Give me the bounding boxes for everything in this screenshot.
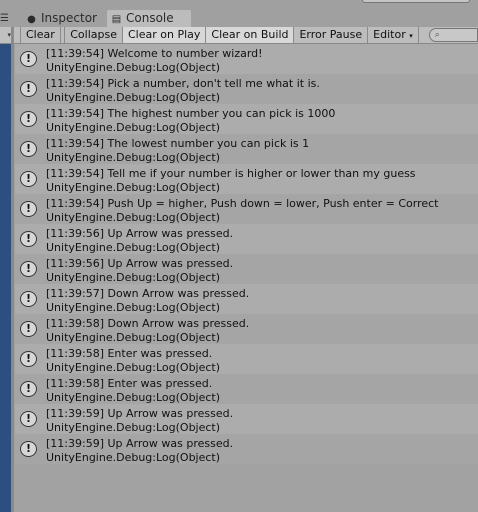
log-trace: UnityEngine.Debug:Log(Object): [46, 121, 221, 134]
tab-console[interactable]: ▤ Console: [107, 10, 191, 27]
log-entry[interactable]: ! [11:39:56] Up Arrow was pressed. UnityEn…: [15, 254, 478, 284]
info-message-icon: !: [20, 171, 37, 187]
info-message-icon: !: [20, 321, 37, 337]
log-entry[interactable]: ! [11:39:57] Down Arrow was pressed. Unity…: [15, 284, 478, 314]
log-entry[interactable]: ! [11:39:54] The lowest number you can pi…: [15, 134, 478, 164]
log-trace: UnityEngine.Debug:Log(Object): [46, 331, 221, 344]
info-message-icon: !: [20, 81, 37, 97]
log-entry[interactable]: ! [11:39:54] Welcome to number wizard! Uni…: [15, 44, 478, 74]
clear-button[interactable]: Clear: [20, 27, 61, 43]
log-entry[interactable]: ! [11:39:59] Up Arrow was pressed. UnityEn…: [15, 404, 478, 434]
log-trace: UnityEngine.Debug:Log(Object): [46, 181, 221, 194]
log-message: [11:39:54] Tell me if your number is hig…: [46, 167, 416, 180]
selection-highlight: [0, 44, 11, 512]
search-icon: ⌕: [434, 30, 440, 40]
log-trace: UnityEngine.Debug:Log(Object): [46, 451, 221, 464]
log-trace: UnityEngine.Debug:Log(Object): [46, 361, 221, 374]
info-message-icon: !: [20, 381, 37, 397]
log-trace: UnityEngine.Debug:Log(Object): [46, 421, 221, 434]
editor-dropdown[interactable]: Editor ▾: [368, 27, 419, 43]
info-message-icon: !: [20, 291, 37, 307]
tab-console-label: Console: [126, 11, 174, 25]
log-message: [11:39:54] Pick a number, don't tell me …: [46, 77, 320, 90]
dropdown-arrow-icon[interactable]: ▾: [0, 27, 11, 43]
chevron-down-icon: ▾: [409, 32, 413, 40]
search-input[interactable]: ⌕: [428, 28, 478, 42]
log-entry[interactable]: ! [11:39:54] The highest number you can p…: [15, 104, 478, 134]
tab-bar: ☰ ● Inspector ▤ Console: [0, 0, 478, 27]
log-message: [11:39:54] The highest number you can pi…: [46, 107, 336, 120]
log-message: [11:39:54] Welcome to number wizard!: [46, 47, 263, 60]
log-message: [11:39:59] Up Arrow was pressed.: [46, 407, 234, 420]
info-message-icon: !: [20, 411, 37, 427]
info-message-icon: !: [20, 51, 37, 67]
log-trace: UnityEngine.Debug:Log(Object): [46, 271, 221, 284]
log-entry[interactable]: ! [11:39:58] Enter was pressed. UnityEngin…: [15, 344, 478, 374]
menu-icon[interactable]: ☰: [0, 13, 9, 24]
log-trace: UnityEngine.Debug:Log(Object): [46, 91, 221, 104]
log-message: [11:39:54] The lowest number you can pic…: [46, 137, 310, 150]
info-message-icon: !: [20, 231, 37, 247]
log-trace: UnityEngine.Debug:Log(Object): [46, 241, 221, 254]
log-trace: UnityEngine.Debug:Log(Object): [46, 391, 221, 404]
info-message-icon: !: [20, 351, 37, 367]
log-trace: UnityEngine.Debug:Log(Object): [46, 151, 221, 164]
info-icon: ●: [27, 14, 36, 25]
log-message: [11:39:56] Up Arrow was pressed.: [46, 257, 234, 270]
editor-label: Editor: [373, 28, 406, 41]
log-message: [11:39:58] Down Arrow was pressed.: [46, 317, 250, 330]
log-trace: UnityEngine.Debug:Log(Object): [46, 301, 221, 314]
console-toolbar: Clear Collapse Clear on Play Clear on Bu…: [14, 27, 478, 44]
log-entry[interactable]: ! [11:39:54] Pick a number, don't tell me…: [15, 74, 478, 104]
log-trace: UnityEngine.Debug:Log(Object): [46, 211, 221, 224]
log-entry[interactable]: ! [11:39:54] Tell me if your number is hi…: [15, 164, 478, 194]
log-message: [11:39:59] Up Arrow was pressed.: [46, 437, 234, 450]
info-message-icon: !: [20, 441, 37, 457]
log-message: [11:39:54] Push Up = higher, Push down =…: [46, 197, 439, 210]
log-entry[interactable]: ! [11:39:58] Enter was pressed. UnityEngin…: [15, 374, 478, 404]
log-message: [11:39:57] Down Arrow was pressed.: [46, 287, 250, 300]
clear-on-build-toggle[interactable]: Clear on Build: [206, 27, 295, 43]
info-message-icon: !: [20, 201, 37, 217]
tab-inspector[interactable]: ● Inspector: [22, 10, 106, 27]
info-message-icon: !: [20, 111, 37, 127]
error-pause-toggle[interactable]: Error Pause: [294, 27, 369, 43]
info-message-icon: !: [20, 261, 37, 277]
log-entry[interactable]: ! [11:39:59] Up Arrow was pressed. UnityEn…: [15, 434, 478, 464]
tab-inspector-label: Inspector: [41, 11, 97, 25]
log-message: [11:39:58] Enter was pressed.: [46, 347, 213, 360]
log-entry[interactable]: ! [11:39:54] Push Up = higher, Push down …: [15, 194, 478, 224]
log-message: [11:39:56] Up Arrow was pressed.: [46, 227, 234, 240]
top-field: [362, 0, 470, 3]
info-message-icon: !: [20, 141, 37, 157]
log-entry[interactable]: ! [11:39:58] Down Arrow was pressed. Unity…: [15, 314, 478, 344]
left-panel-edge: ▾: [0, 27, 14, 512]
log-trace: UnityEngine.Debug:Log(Object): [46, 61, 221, 74]
log-entry[interactable]: ! [11:39:56] Up Arrow was pressed. UnityEn…: [15, 224, 478, 254]
collapse-button[interactable]: Collapse: [65, 27, 123, 43]
clear-on-play-toggle[interactable]: Clear on Play: [123, 27, 207, 43]
log-message: [11:39:58] Enter was pressed.: [46, 377, 213, 390]
log-list: ! [11:39:54] Welcome to number wizard! Uni…: [15, 44, 478, 464]
console-icon: ▤: [111, 14, 122, 25]
